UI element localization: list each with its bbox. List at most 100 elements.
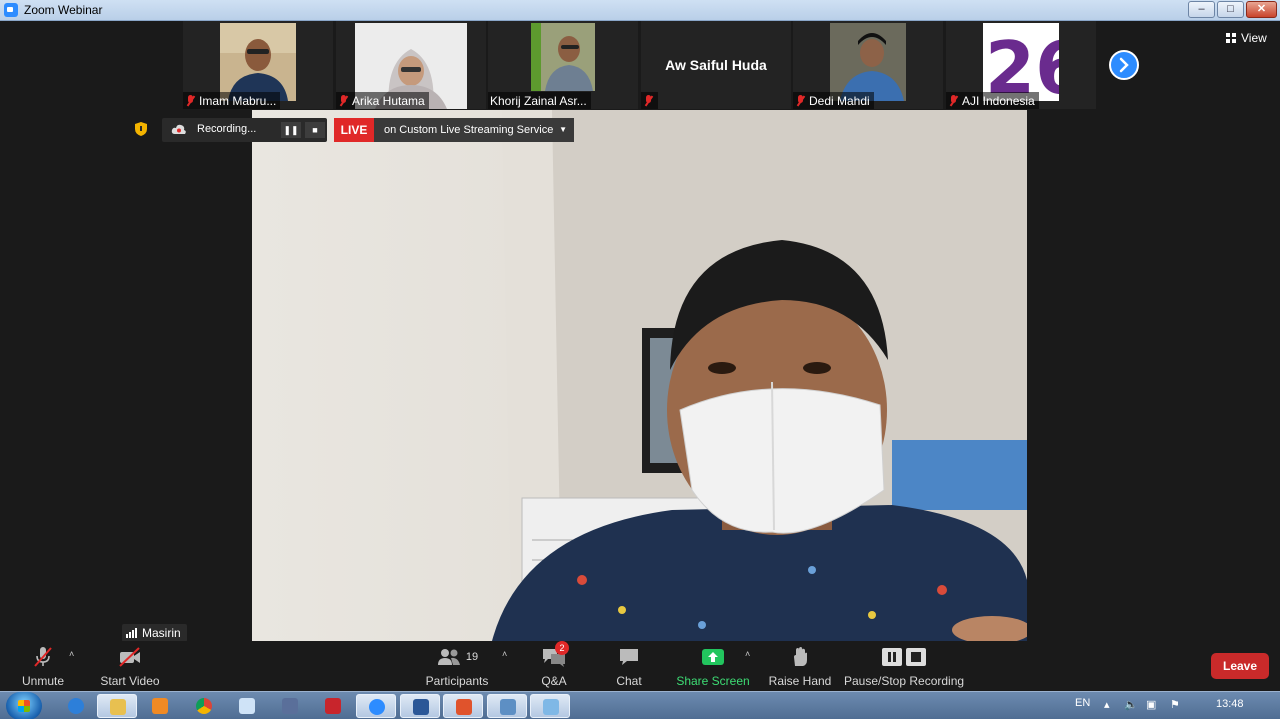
speaker-video-frame [252,110,1027,641]
zoom-webinar-window: Zoom Webinar – □ ✕ Imam Mabru... Arika H [0,0,1280,719]
participant-name: Arika Hutama [352,93,425,108]
share-screen-button[interactable]: Share Screen [676,645,750,688]
grid-view-icon [1226,33,1236,43]
chrome-icon[interactable] [184,694,224,718]
share-options-caret[interactable]: ˄ [745,649,750,659]
audio-options-caret[interactable]: ˄ [69,649,74,659]
mic-muted-icon [948,94,959,107]
mic-muted-icon [338,94,349,107]
app-icon[interactable] [487,694,527,718]
participant-name-large: Aw Saiful Huda [665,57,767,73]
app-icon[interactable] [443,694,483,718]
start-button[interactable] [6,692,42,719]
pause-stop-recording-button[interactable]: Pause/Stop Recording [844,645,964,688]
language-indicator[interactable]: EN [1075,697,1090,709]
live-service-label: on Custom Live Streaming Service [384,124,554,136]
participant-tile[interactable]: Arika Hutama [336,21,486,109]
app-icon[interactable] [270,694,310,718]
name-strip: Dedi Mahdi [793,92,874,109]
participant-name: Dedi Mahdi [809,93,870,108]
file-explorer-icon[interactable] [97,694,137,718]
recording-label: Recording... [197,123,257,135]
pause-recording-button[interactable]: ❚❚ [281,122,301,138]
view-label: View [1241,31,1267,45]
close-button[interactable]: ✕ [1246,1,1277,18]
share-screen-label: Share Screen [676,674,750,688]
security-shield-icon[interactable] [133,121,149,137]
participant-video [531,23,595,91]
pdf-reader-icon[interactable] [313,694,353,718]
participant-name: AJI Indonesia [962,93,1035,108]
participant-name: Imam Mabru... [199,93,277,108]
meeting-toolbar: Unmute ˄ Start Video 19 Participants ˄ 2… [0,641,1280,691]
raise-hand-button[interactable]: Raise Hand [768,645,832,688]
zoom-taskbar-icon[interactable] [356,694,396,718]
windows-taskbar: EN ▴ 🔈 ▣ ⚑ 13:48 [0,691,1280,719]
raise-hand-label: Raise Hand [768,674,832,688]
show-hidden-icons[interactable]: ▴ [1104,698,1110,711]
participants-count: 19 [465,651,479,663]
network-icon[interactable]: ▣ [1146,698,1156,711]
video-off-icon [117,645,143,669]
participant-tile[interactable]: Imam Mabru... [183,21,333,109]
name-strip: AJI Indonesia [946,92,1039,109]
participants-icon: 19 [436,645,478,669]
mic-muted-icon [643,94,654,107]
participant-tile[interactable]: 26 AJI Indonesia [946,21,1096,109]
unmute-button[interactable]: Unmute [20,645,66,688]
qa-count-badge: 2 [555,641,569,655]
participant-tile[interactable]: Dedi Mahdi [793,21,943,109]
participant-video [220,23,296,101]
unmute-label: Unmute [21,674,65,688]
app-icon[interactable] [530,694,570,718]
raise-hand-icon [789,645,811,669]
restore-button[interactable]: □ [1217,1,1244,18]
start-video-label: Start Video [100,674,160,688]
start-video-button[interactable]: Start Video [98,645,162,688]
chat-button[interactable]: Chat [612,645,646,688]
participant-video [830,23,906,101]
action-center-flag-icon[interactable]: ⚑ [1170,698,1180,711]
participants-button[interactable]: 19 Participants [424,645,490,688]
aji-26-logo: 26 [983,23,1059,101]
live-stream-menu[interactable]: on Custom Live Streaming Service ▼ [374,118,574,142]
pause-stop-recording-label: Pause/Stop Recording [843,674,965,688]
mic-muted-icon [185,94,196,107]
participant-tile[interactable]: Aw Saiful Huda [641,21,791,109]
mic-off-icon [31,645,55,669]
minimize-button[interactable]: – [1188,1,1215,18]
title-bar: Zoom Webinar – □ ✕ [0,0,1280,21]
name-strip [641,92,658,109]
participants-label: Participants [425,674,489,688]
window-title: Zoom Webinar [24,3,103,17]
leave-button[interactable]: Leave [1211,653,1269,679]
next-page-button[interactable] [1109,50,1139,80]
clock[interactable]: 13:48 [1216,698,1244,710]
word-icon[interactable] [400,694,440,718]
dropdown-caret-icon: ▼ [559,125,567,134]
connection-signal-icon [126,628,137,638]
notepad-icon[interactable] [227,694,267,718]
zoom-logo-icon [4,3,18,17]
live-badge: LIVE [334,118,374,142]
share-screen-icon [701,645,725,669]
internet-explorer-icon[interactable] [56,694,96,718]
active-speaker-name: Masirin [142,626,181,640]
mic-muted-icon [795,94,806,107]
volume-icon[interactable]: 🔈 [1124,698,1138,711]
pause-stop-icons [880,645,928,669]
qa-label: Q&A [541,674,567,688]
stop-recording-button[interactable]: ■ [305,122,325,138]
chat-label: Chat [616,674,642,688]
active-speaker-video [252,110,1027,641]
name-strip: Khorij Zainal Asr... [488,92,591,109]
view-button[interactable]: View [1226,31,1267,45]
participants-caret[interactable]: ˄ [502,649,507,659]
participant-tile[interactable]: Khorij Zainal Asr... [488,21,638,109]
chevron-right-icon [1119,57,1129,73]
participant-name: Khorij Zainal Asr... [490,93,587,108]
qa-button[interactable]: 2 Q&A [538,641,570,688]
name-strip: Imam Mabru... [183,92,281,109]
recording-bar: Recording... ❚❚ ■ [162,118,327,142]
media-player-icon[interactable] [140,694,180,718]
